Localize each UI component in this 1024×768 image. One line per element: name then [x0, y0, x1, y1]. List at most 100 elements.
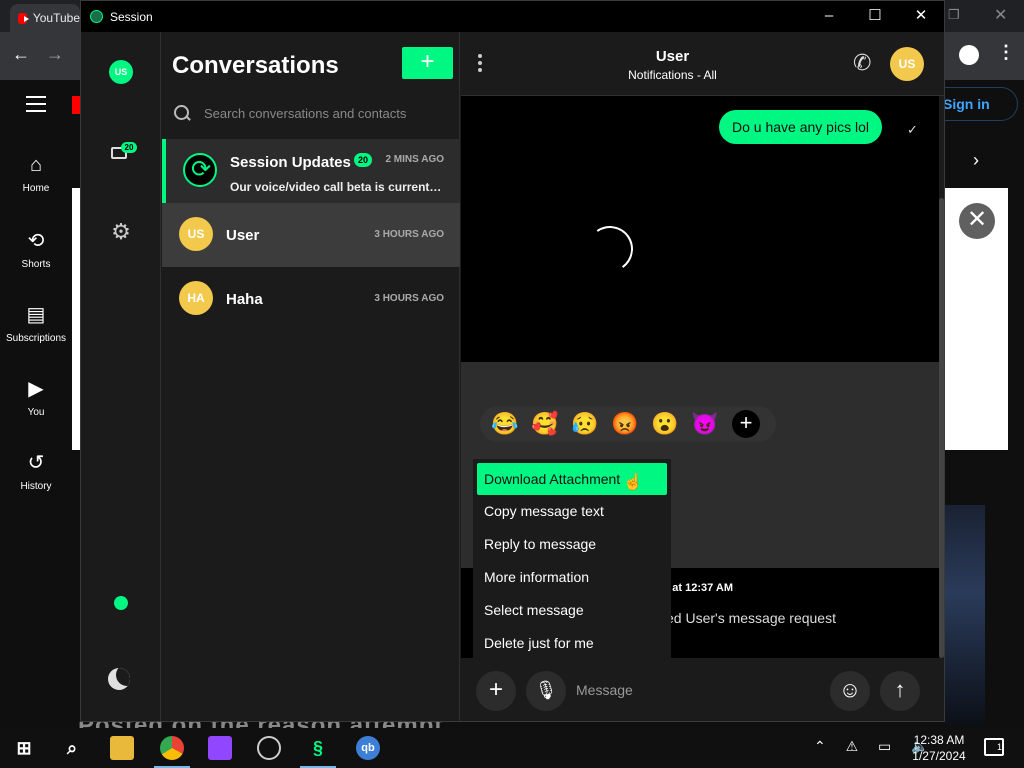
minimize-icon[interactable]: –	[819, 7, 839, 27]
search-icon	[174, 105, 190, 121]
browser-menu-icon[interactable]: ⋮	[997, 42, 1015, 63]
forward-icon[interactable]: →	[46, 44, 64, 65]
chat-header-avatar[interactable]: US	[890, 47, 924, 81]
yt-sidebar-label: You	[27, 407, 45, 418]
my-avatar[interactable]: US	[109, 60, 133, 84]
reaction-sad-icon[interactable]: 😥	[570, 409, 600, 439]
profile-icon[interactable]	[959, 45, 979, 65]
windows-taskbar: ⊞ ⌕ § qb ⌃ ⚠ ▭ 🔈 12:38 AM 1/27/2024 1	[0, 728, 1024, 768]
yt-sidebar-shorts[interactable]: ⟲ Shorts	[0, 228, 72, 270]
menu-item-delete-for-me[interactable]: Delete just for me	[477, 627, 667, 658]
chrome-icon[interactable]	[160, 736, 184, 760]
sent-message-bubble[interactable]: Do u have any pics lol	[719, 110, 882, 144]
obs-icon[interactable]	[257, 736, 281, 760]
window-titlebar: Session – ☐ ✕	[81, 1, 944, 32]
chat-header: User Notifications - All ✆ US	[461, 32, 944, 96]
browser-tab[interactable]: YouTube	[10, 4, 80, 32]
youtube-logo-partial-icon	[72, 96, 80, 114]
left-rail: US 20 ⚙	[81, 32, 161, 721]
emoji-picker-icon[interactable]: ☺	[830, 671, 870, 711]
microphone-icon[interactable]: 🎙	[526, 671, 566, 711]
menu-item-copy-text[interactable]: Copy message text	[477, 495, 667, 528]
menu-item-more-info[interactable]: More information	[477, 561, 667, 594]
window-title: Session	[110, 10, 153, 24]
taskbar-clock[interactable]: 12:38 AM 1/27/2024	[908, 732, 970, 764]
window-close-icon[interactable]: ✕	[911, 7, 931, 27]
restore-icon[interactable]: ❐	[948, 7, 960, 23]
notification-center-icon[interactable]: 1	[984, 738, 1004, 756]
shorts-icon: ⟲	[27, 230, 45, 252]
twitch-icon[interactable]	[208, 736, 232, 760]
chat-notifications-status: Notifications - All	[628, 68, 717, 82]
theme-moon-icon[interactable]	[108, 668, 130, 690]
add-attachment-icon[interactable]: +	[476, 671, 516, 711]
overlay-close-icon[interactable]: ✕	[959, 203, 995, 239]
phone-call-icon[interactable]: ✆	[853, 50, 871, 76]
new-conversation-button[interactable]: +	[402, 47, 453, 79]
yt-video-edge	[72, 188, 80, 450]
session-updates-logo-icon	[183, 153, 217, 187]
subscriptions-icon: ▤	[26, 304, 46, 326]
conversation-row-haha[interactable]: HA Haha 3 HOURS AGO	[162, 267, 460, 331]
online-status-dot[interactable]	[114, 596, 128, 610]
youtube-logo-icon	[18, 12, 29, 24]
control-message-text: ed User's message request	[666, 610, 836, 626]
clock-date: 1/27/2024	[912, 749, 966, 763]
unread-badge: 20	[121, 142, 137, 153]
windows-start-icon[interactable]: ⊞	[12, 736, 36, 760]
conversation-time: 3 HOURS AGO	[374, 229, 444, 240]
video-thumbnail[interactable]	[945, 505, 985, 725]
message-input[interactable]: Message	[576, 682, 633, 698]
reaction-devil-icon[interactable]: 😈	[690, 409, 720, 439]
search-input[interactable]: Search conversations and contacts	[204, 106, 406, 121]
reaction-surprised-icon[interactable]: 😮	[650, 409, 680, 439]
home-icon: ⌂	[29, 154, 43, 176]
settings-gear-icon[interactable]: ⚙	[109, 220, 133, 244]
reaction-joy-icon[interactable]: 😂	[490, 409, 520, 439]
conversation-avatar: HA	[179, 281, 213, 315]
reaction-love-icon[interactable]: 🥰	[530, 409, 560, 439]
yt-sidebar-subscriptions[interactable]: ▤ Subscriptions	[0, 302, 72, 344]
desktop: YouTube ❐ ✕ ← → ⋮ ⌂ Home ⟲ Shorts ▤ Subs…	[0, 0, 1024, 768]
session-taskbar-icon[interactable]: §	[306, 736, 330, 760]
messages-nav-button[interactable]: 20	[109, 142, 137, 164]
history-icon: ↺	[27, 452, 45, 474]
yt-sidebar-label: Shorts	[21, 259, 51, 270]
reaction-angry-icon[interactable]: 😡	[610, 409, 640, 439]
conversations-title: Conversations	[172, 52, 339, 79]
clock-time: 12:38 AM	[913, 733, 965, 747]
browser-close-icon[interactable]: ✕	[994, 5, 1007, 25]
hamburger-menu-icon[interactable]	[26, 96, 46, 117]
message-list-scrollbar[interactable]	[939, 198, 944, 658]
back-icon[interactable]: ←	[12, 44, 30, 65]
conversation-time: 3 HOURS AGO	[374, 293, 444, 304]
message-sent-check-icon: ✓	[907, 122, 918, 137]
yt-sidebar-history[interactable]: ↺ History	[0, 450, 72, 492]
taskbar-search-icon[interactable]: ⌕	[60, 736, 84, 760]
yt-sidebar-label: Home	[22, 183, 50, 194]
conversation-row-user[interactable]: US User 3 HOURS AGO	[162, 203, 460, 267]
chevron-right-icon[interactable]: ›	[973, 150, 979, 171]
session-window: Session – ☐ ✕ US 20 ⚙ Conversations + Se…	[80, 0, 945, 722]
session-app-icon	[90, 10, 103, 23]
yt-sidebar-label: Subscriptions	[5, 333, 67, 344]
reaction-more-button[interactable]: +	[732, 410, 760, 438]
browser-tab-title: YouTube	[32, 11, 80, 25]
qbittorrent-icon[interactable]: qb	[356, 736, 380, 760]
maximize-icon[interactable]: ☐	[865, 7, 885, 27]
menu-item-reply[interactable]: Reply to message	[477, 528, 667, 561]
hand-cursor-icon: ☝	[623, 474, 643, 491]
file-explorer-icon[interactable]	[110, 736, 134, 760]
menu-item-select[interactable]: Select message	[477, 594, 667, 627]
yt-sidebar-home[interactable]: ⌂ Home	[0, 154, 72, 194]
conversations-panel: Conversations + Search conversations and…	[162, 32, 460, 721]
conversation-row-session-updates[interactable]: Session Updates 20 2 MINS AGO Our voice/…	[162, 139, 460, 203]
conversation-avatar: US	[179, 217, 213, 251]
conversation-name: Session Updates	[230, 154, 351, 171]
send-arrow-icon[interactable]: ↑	[880, 671, 920, 711]
chat-contact-name: User	[655, 48, 690, 65]
conversation-name: Haha	[226, 291, 263, 308]
yt-sidebar-you[interactable]: ▶ You	[0, 376, 72, 418]
conversation-name: User	[226, 227, 260, 244]
search-bar[interactable]: Search conversations and contacts	[172, 100, 452, 126]
